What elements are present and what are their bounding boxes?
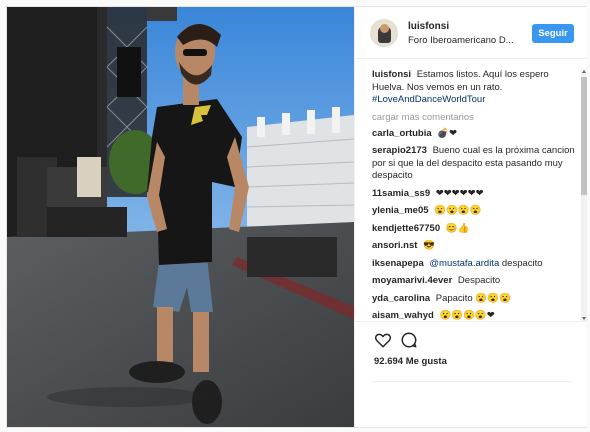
avatar[interactable] <box>370 19 398 47</box>
comment-username[interactable]: ansori.nst <box>372 240 417 251</box>
comment-username[interactable]: aisam_wahyd <box>372 310 434 321</box>
author-username[interactable]: luisfonsi <box>408 21 449 32</box>
comment-username[interactable]: serapio2173 <box>372 145 427 156</box>
caption-username[interactable]: luisfonsi <box>372 69 411 80</box>
comment-text: Papacito 😮😮😮 <box>435 292 511 304</box>
comment-text: despacito <box>501 257 543 269</box>
scrollbar-thumb[interactable] <box>581 77 587 195</box>
list-item: iksenapepa @mustafa.ardita despacito <box>372 258 575 271</box>
comment-icon[interactable] <box>400 331 418 349</box>
follow-button[interactable]: Seguir <box>532 24 574 43</box>
comment-username[interactable]: yda_carolina <box>372 293 430 304</box>
post-header: luisfonsi Foro Iberoamericano D... Segui… <box>355 7 587 59</box>
scroll-down-icon[interactable] <box>582 317 586 320</box>
load-more-comments-link[interactable]: cargar más comentarios <box>372 112 575 123</box>
post-photo[interactable] <box>7 7 354 427</box>
comment-text: ❤❤❤❤❤❤ <box>435 187 484 199</box>
caption-hashtag[interactable]: #LoveAndDanceWorldTour <box>372 94 485 105</box>
scroll-up-icon[interactable] <box>582 70 586 73</box>
comment-text: Despacito <box>457 275 501 286</box>
avatar-head <box>380 24 389 33</box>
post-location[interactable]: Foro Iberoamericano D... <box>408 35 514 46</box>
list-item: ansori.nst 😎 <box>372 240 575 253</box>
comment-mention[interactable]: @mustafa.ardita <box>429 258 499 269</box>
heart-icon[interactable] <box>374 331 392 349</box>
comment-text: 😎 <box>423 240 435 251</box>
list-item: aisam_wahyd 😮😮😮😮❤ <box>372 310 575 321</box>
comment-text: 💣❤ <box>437 127 458 139</box>
post-panel: luisfonsi Foro Iberoamericano D... Segui… <box>354 7 587 427</box>
list-item: kendjette67750 😊👍 <box>372 223 575 236</box>
comment-text: 😮😮😮😮 <box>434 205 482 216</box>
post-actions: 92.694 Me gusta <box>355 321 587 367</box>
likes-count[interactable]: 92.694 Me gusta <box>374 356 447 367</box>
list-item: moyamarivi.4ever Despacito <box>372 275 575 288</box>
caption: luisfonsi Estamos listos. Aquí los esper… <box>372 69 575 107</box>
divider <box>372 381 572 382</box>
comment-text: 😊👍 <box>445 222 470 234</box>
comment-username[interactable]: ylenia_me05 <box>372 205 429 216</box>
comments-scrollbar[interactable] <box>581 69 587 321</box>
post-card: luisfonsi Foro Iberoamericano D... Segui… <box>6 6 587 428</box>
comment-text: 😮😮😮😮❤ <box>439 310 495 321</box>
list-item: serapio2173 Bueno cual es la próxima can… <box>372 145 575 183</box>
comment-username[interactable]: kendjette67750 <box>372 223 440 234</box>
list-item: 11samia_ss9 ❤❤❤❤❤❤ <box>372 188 575 201</box>
comment-username[interactable]: 11samia_ss9 <box>372 188 430 199</box>
comments-list: luisfonsi Estamos listos. Aquí los esper… <box>372 69 575 321</box>
comment-username[interactable]: carla_ortubia <box>372 128 432 139</box>
list-item: carla_ortubia 💣❤ <box>372 128 575 141</box>
comment-username[interactable]: moyamarivi.4ever <box>372 275 452 286</box>
comment-username[interactable]: iksenapepa <box>372 258 424 269</box>
list-item: ylenia_me05 😮😮😮😮 <box>372 205 575 218</box>
list-item: yda_carolina Papacito 😮😮😮 <box>372 293 575 306</box>
